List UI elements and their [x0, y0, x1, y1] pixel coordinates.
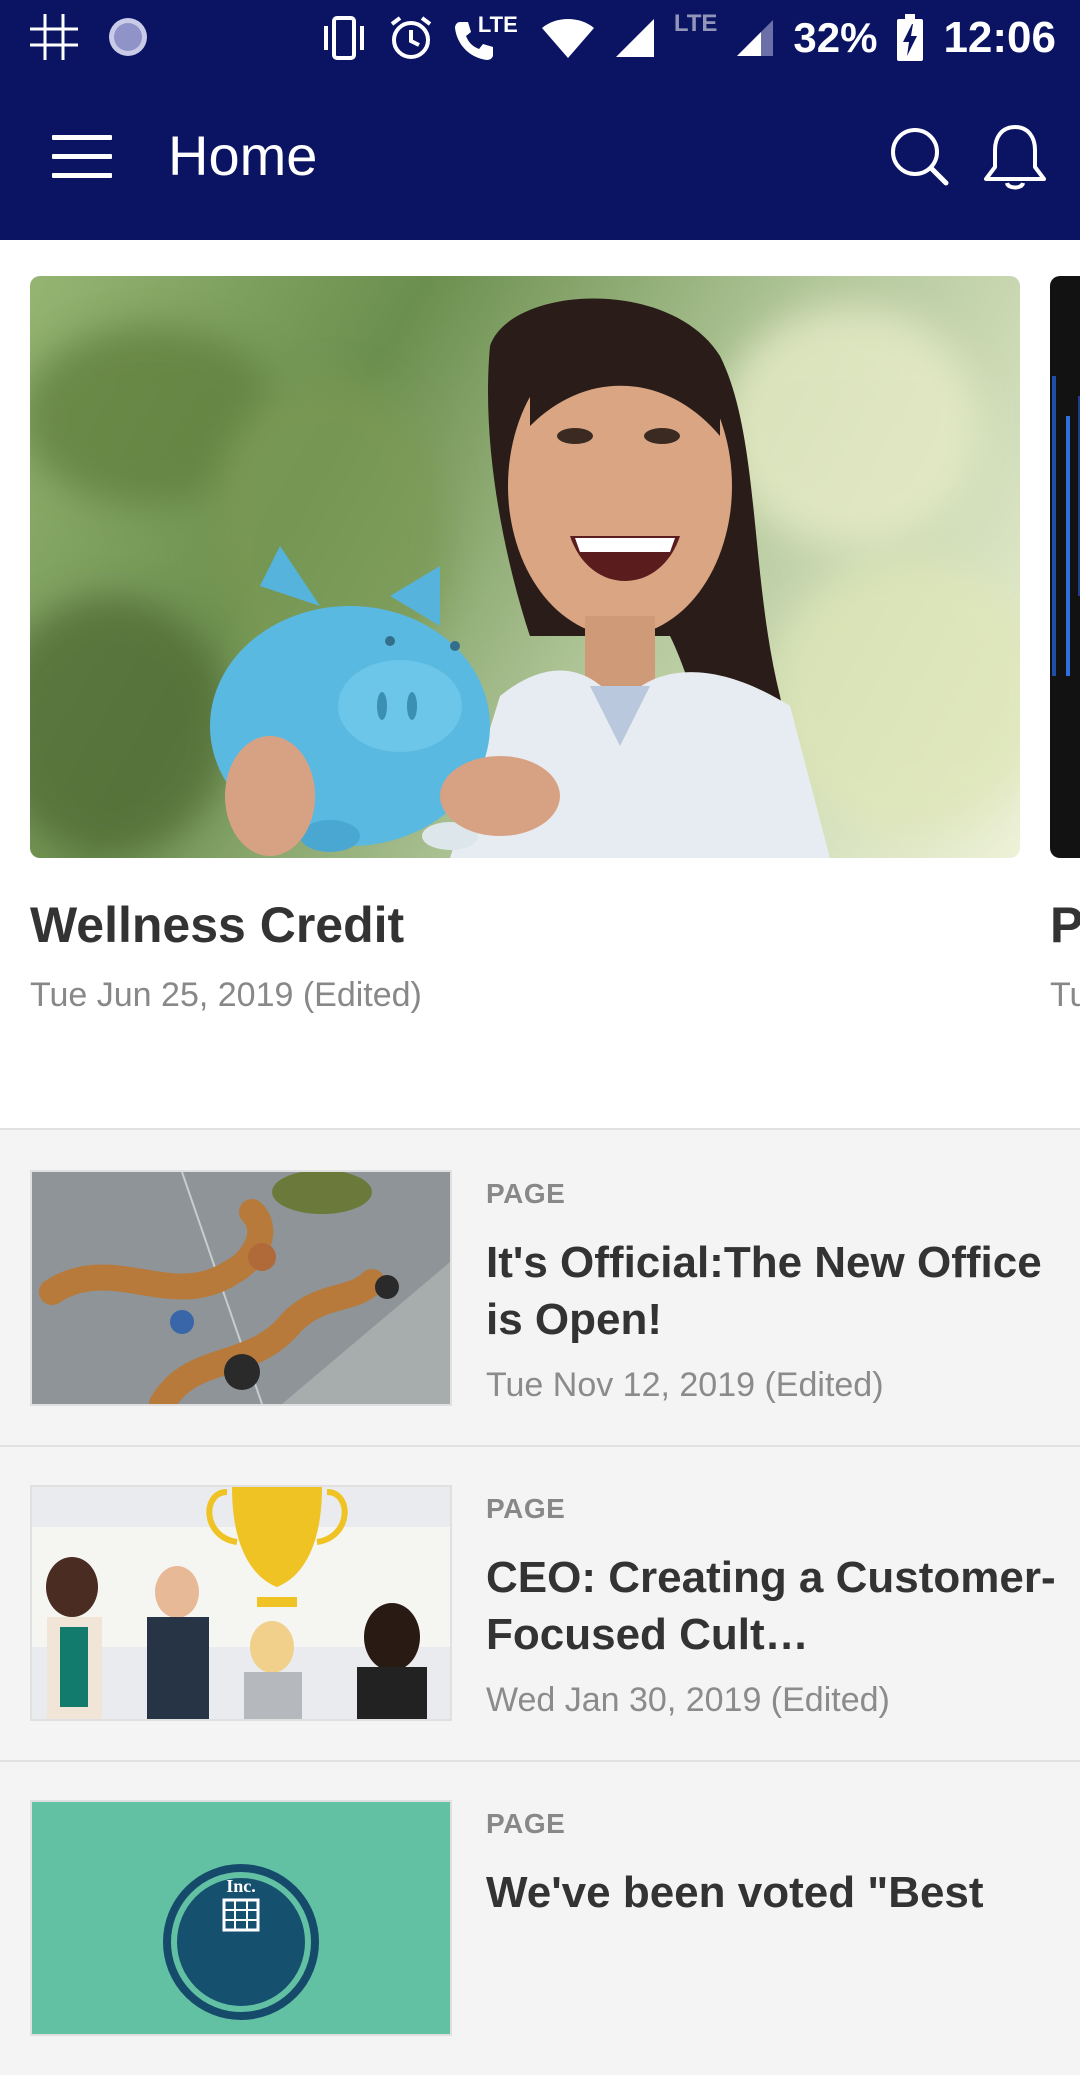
item-date: Tue Nov 12, 2019 (Edited): [486, 1366, 884, 1404]
featured-image: [30, 276, 1020, 858]
item-title[interactable]: It's Official:The New Office is Open!: [486, 1234, 1056, 1348]
item-title[interactable]: CEO: Creating a Customer-Focused Cult…: [486, 1549, 1056, 1663]
vibrate-icon: [323, 16, 364, 60]
featured-carousel[interactable]: Wellness Credit Tue Jun 25, 2019 (Edited…: [0, 240, 1080, 1128]
featured-title[interactable]: P: [1050, 896, 1080, 954]
featured-date: Tu: [1050, 976, 1080, 1014]
featured-card[interactable]: Wellness Credit Tue Jun 25, 2019 (Edited…: [30, 276, 1020, 1015]
thumbnail: Inc.: [30, 1800, 452, 2036]
bell-icon[interactable]: [980, 123, 1050, 195]
featured-title[interactable]: Wellness Credit: [30, 896, 1020, 954]
item-title[interactable]: We've been voted "Best: [486, 1864, 1056, 1921]
item-type: PAGE: [486, 1808, 566, 1839]
menu-button[interactable]: [52, 135, 112, 179]
list-item[interactable]: Inc. PAGE We've been voted "Best: [0, 1760, 1080, 2075]
search-icon[interactable]: [888, 125, 952, 189]
item-type: PAGE: [486, 1178, 566, 1209]
featured-date: Tue Jun 25, 2019 (Edited): [30, 976, 422, 1014]
page-title: Home: [168, 124, 318, 187]
wifi-icon: [541, 19, 594, 58]
battery-percent: 32%: [793, 14, 878, 61]
signal-icon: [737, 20, 774, 56]
app-bar: Home: [0, 75, 1080, 240]
featured-card-next[interactable]: P Tu: [1050, 276, 1080, 1015]
menu-icon: [52, 135, 112, 140]
list-item[interactable]: PAGE CEO: Creating a Customer-Focused Cu…: [0, 1445, 1080, 1762]
alarm-icon: [390, 16, 432, 59]
status-bar: LTE LTE 32% 12:06: [0, 0, 1080, 75]
lte-label: LTE: [673, 10, 718, 37]
sudoku-grid-icon: [30, 14, 78, 60]
thumbnail: [30, 1485, 452, 1721]
list-item[interactable]: PAGE It's Official:The New Office is Ope…: [0, 1130, 1080, 1447]
clock: 12:06: [943, 13, 1056, 62]
wifi-calling-icon: LTE: [452, 12, 522, 62]
inc-badge-text: Inc.: [226, 1876, 256, 1896]
moon-icon: [109, 18, 147, 56]
thumbnail: [30, 1170, 452, 1406]
lte-label: LTE: [477, 12, 518, 37]
battery-charging-icon: [897, 14, 924, 61]
featured-image: [1050, 276, 1080, 858]
item-type: PAGE: [486, 1493, 566, 1524]
signal-icon: [615, 19, 654, 57]
item-date: Wed Jan 30, 2019 (Edited): [486, 1681, 890, 1719]
